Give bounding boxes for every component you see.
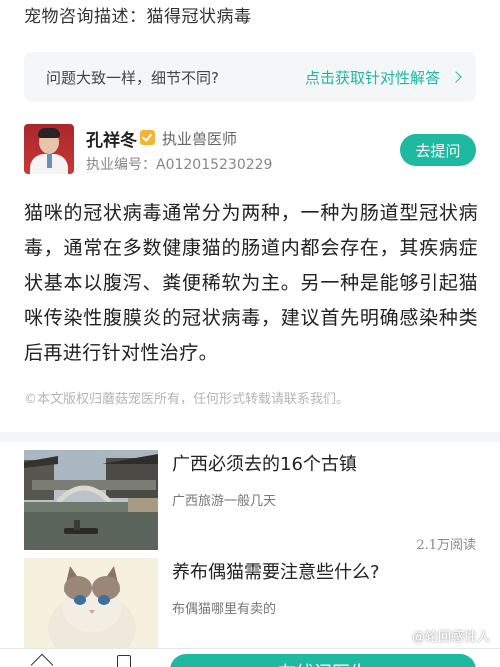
section-divider [0, 432, 500, 442]
answer-text: 猫咪的冠状病毒通常分为两种，一种为肠道型冠状病毒，通常在多数健康猫的肠道内都会存… [24, 202, 478, 364]
doctor-avatar[interactable] [24, 124, 74, 174]
chevron-right-icon [450, 71, 462, 83]
verified-badge-icon [140, 130, 155, 145]
home-icon[interactable] [30, 653, 54, 667]
article-title: 养布偶猫需要注意些什么? [172, 562, 380, 583]
watermark-text: @轮回感性人 [411, 630, 490, 645]
article-title: 广西必须去的16个古镇 [172, 454, 357, 475]
consult-description: 宠物咨询描述：猫得冠状病毒 [24, 7, 252, 27]
help-bar[interactable]: 问题大致一样，细节不同? 点击获取针对性解答 [24, 52, 476, 102]
article-subtitle: 广西旅游一般几天 [172, 494, 277, 509]
ask-question-button[interactable]: 去提问 [400, 134, 476, 166]
article-thumbnail [24, 558, 158, 648]
article-thumbnail [24, 450, 158, 550]
article-item[interactable]: 养布偶猫需要注意些什么? 布偶猫哪里有卖的 [24, 558, 476, 648]
get-answer-label: 点击获取针对性解答 [304, 68, 440, 87]
doctor-title: 执业兽医师 [162, 130, 238, 148]
doctor-name: 孔祥冬 [86, 131, 137, 151]
document-icon[interactable] [117, 655, 131, 667]
article-subtitle: 布偶猫哪里有卖的 [172, 602, 277, 617]
get-answer-link[interactable]: 点击获取针对性解答 [304, 67, 462, 88]
help-question: 问题大致一样，细节不同? [46, 68, 219, 87]
article-item[interactable]: 广西必须去的16个古镇 广西旅游一般几天 2.1万阅读 [24, 450, 476, 554]
copyright-notice: ©本文版权归蘑菇宠医所有，任何形式转载请联系我们。 [24, 392, 350, 407]
consult-doctor-button[interactable]: 在线问医生 [170, 654, 476, 667]
doctor-card: 孔祥冬 执业兽医师 执业编号：A012015230229 去提问 [24, 124, 476, 178]
doctor-license: 执业编号：A012015230229 [86, 157, 273, 173]
article-read-count: 2.1万阅读 [416, 538, 476, 553]
bottom-action-bar: 在线问医生 [0, 648, 500, 667]
